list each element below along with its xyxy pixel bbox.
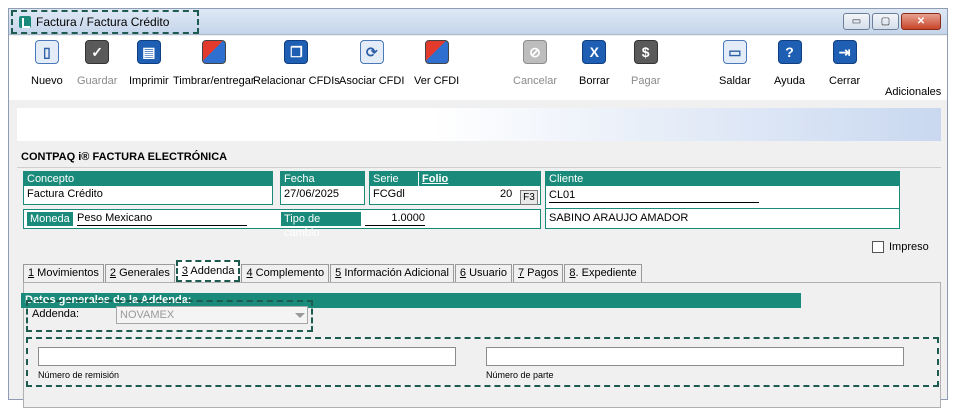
remission-number-input[interactable] bbox=[38, 347, 456, 366]
view-cfdi-button[interactable]: Ver CFDI bbox=[414, 40, 459, 87]
tab-expediente[interactable]: 8. Expediente bbox=[564, 264, 642, 282]
stamp-deliver-button[interactable]: Timbrar/entregar bbox=[173, 40, 255, 87]
addenda-selector-highlight: Addenda: NOVAMEX bbox=[26, 300, 313, 332]
tab-movimientos[interactable]: 1 Movimientos bbox=[23, 264, 104, 282]
tab-pagos[interactable]: 7 Pagos bbox=[513, 264, 564, 282]
invoice-window: Factura / Factura Crédito ▭ ▢ ✕ ▯ Nuevo … bbox=[8, 8, 948, 408]
new-button[interactable]: ▯ Nuevo bbox=[31, 40, 63, 87]
delete-button[interactable]: X Borrar bbox=[579, 40, 610, 87]
delete-icon: X bbox=[582, 40, 607, 64]
tab-addenda[interactable]: 3 Addenda bbox=[175, 260, 241, 282]
view-icon bbox=[424, 40, 449, 64]
close-button[interactable]: ⇥ Cerrar bbox=[829, 40, 860, 87]
window-title: Factura / Factura Crédito bbox=[36, 15, 170, 29]
series-label: Serie bbox=[373, 172, 419, 186]
maximize-button[interactable]: ▢ bbox=[872, 13, 899, 30]
exit-icon: ⇥ bbox=[832, 40, 857, 64]
date-value[interactable]: 27/06/2025 bbox=[281, 186, 364, 202]
folio-label: Folio bbox=[422, 173, 449, 185]
copy-icon: ❐ bbox=[284, 40, 309, 64]
client-code[interactable]: CL01 bbox=[549, 189, 759, 203]
printer-icon: ▤ bbox=[136, 40, 161, 64]
help-icon: ? bbox=[777, 40, 802, 64]
title-bar: Factura / Factura Crédito ▭ ▢ ✕ bbox=[9, 9, 947, 35]
associate-cfdi-button[interactable]: ⟳ Asociar CFDI bbox=[339, 40, 404, 87]
client-name: SABINO ARAUJO AMADOR bbox=[549, 212, 689, 224]
printed-checkbox[interactable]: Impreso bbox=[872, 241, 929, 253]
save-button[interactable]: ✓ Guardar bbox=[77, 40, 117, 87]
series-value[interactable]: FCGdl bbox=[373, 188, 405, 200]
client-field: Cliente CL01 SABINO ARAUJO AMADOR bbox=[545, 171, 900, 229]
part-number-input[interactable] bbox=[486, 347, 904, 366]
concept-value[interactable]: Factura Crédito bbox=[24, 186, 272, 202]
date-field[interactable]: Fecha 27/06/2025 bbox=[280, 171, 365, 205]
f3-folio-button[interactable]: F3 bbox=[520, 190, 538, 205]
stamp-icon bbox=[201, 40, 226, 64]
concept-field[interactable]: Concepto Factura Crédito bbox=[23, 171, 273, 205]
cancel-button[interactable]: ⊘ Cancelar bbox=[513, 40, 557, 87]
toolbar: ▯ Nuevo ✓ Guardar ▤ Imprimir Timbrar/ent… bbox=[9, 36, 947, 100]
settle-button[interactable]: ▭ Saldar bbox=[719, 40, 751, 87]
balance-icon: ▭ bbox=[722, 40, 747, 64]
document-icon: ▯ bbox=[34, 40, 59, 64]
close-window-button[interactable]: ✕ bbox=[901, 13, 941, 30]
tab-bar: 1 Movimientos 2 Generales 3 Addenda 4 Co… bbox=[23, 260, 643, 282]
printed-checkbox-box[interactable] bbox=[872, 241, 884, 253]
printed-label: Impreso bbox=[889, 241, 929, 253]
tab-usuario[interactable]: 6 Usuario bbox=[454, 264, 512, 282]
exchange-rate-label: Tipo de cambio bbox=[281, 212, 361, 239]
minimize-button[interactable]: ▭ bbox=[843, 13, 870, 30]
tab-informacion-adicional[interactable]: 5 Información Adicional bbox=[330, 264, 454, 282]
window-title-highlight: Factura / Factura Crédito bbox=[11, 10, 199, 34]
addenda-fields-highlight: Número de remisión Número de parte bbox=[26, 337, 939, 387]
addenda-label: Addenda: bbox=[32, 308, 80, 320]
additional-menu[interactable]: Adicionales bbox=[885, 86, 941, 98]
addenda-select[interactable]: NOVAMEX bbox=[116, 306, 308, 324]
chevron-down-icon bbox=[295, 313, 305, 318]
link-icon: ⟳ bbox=[359, 40, 384, 64]
exchange-rate-value[interactable]: 1.0000 bbox=[365, 212, 425, 226]
client-label: Cliente bbox=[546, 172, 899, 186]
app-logo-icon bbox=[19, 16, 31, 28]
relate-cfdis-button[interactable]: ❐ Relacionar CFDIs bbox=[253, 40, 340, 87]
form-title: CONTPAQ i® FACTURA ELECTRÓNICA bbox=[21, 151, 228, 163]
series-folio-field: Serie Folio FCGdl 20 bbox=[369, 171, 541, 205]
concept-label: Concepto bbox=[24, 172, 272, 186]
divider bbox=[17, 167, 941, 168]
tab-complemento[interactable]: 4 Complemento bbox=[241, 264, 330, 282]
header-banner bbox=[17, 108, 941, 141]
part-number-label: Número de parte bbox=[486, 370, 554, 380]
tab-generales[interactable]: 2 Generales bbox=[104, 264, 175, 282]
check-icon: ✓ bbox=[85, 40, 110, 64]
cancel-icon: ⊘ bbox=[523, 40, 548, 64]
currency-value[interactable]: Peso Mexicano bbox=[77, 212, 247, 226]
pay-icon: $ bbox=[633, 40, 658, 64]
help-button[interactable]: ? Ayuda bbox=[774, 40, 805, 87]
folio-value[interactable]: 20 bbox=[500, 188, 512, 200]
remission-number-label: Número de remisión bbox=[38, 370, 120, 380]
date-label: Fecha bbox=[281, 172, 364, 186]
currency-label: Moneda bbox=[27, 212, 73, 226]
pay-button[interactable]: $ Pagar bbox=[631, 40, 660, 87]
print-button[interactable]: ▤ Imprimir bbox=[129, 40, 169, 87]
